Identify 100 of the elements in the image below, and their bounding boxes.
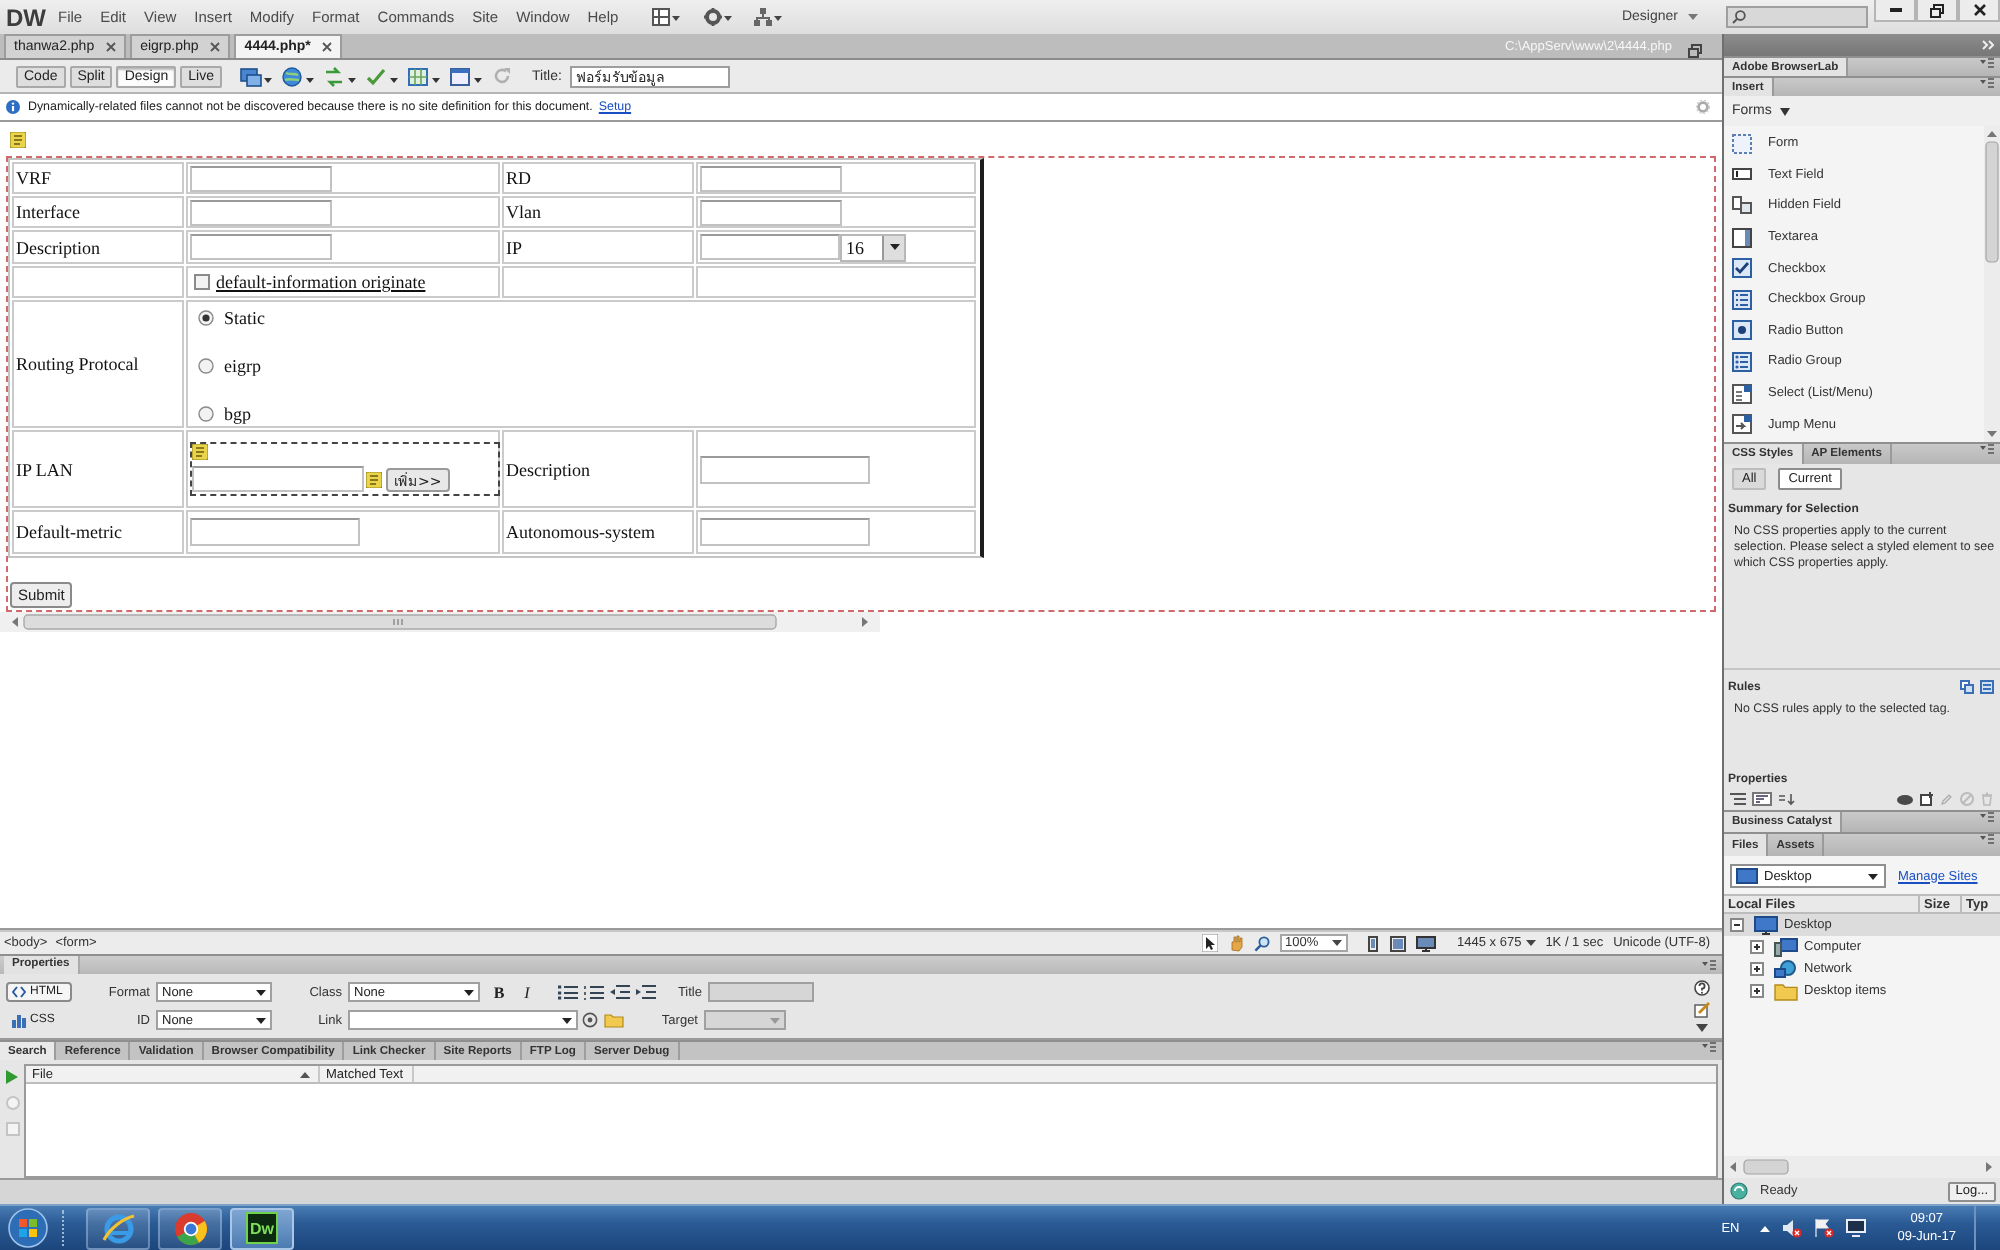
hand-icon[interactable] [1227,934,1244,952]
script-marker-icon [192,444,208,460]
text-field[interactable] [700,234,840,260]
caret-icon [1525,940,1536,946]
radio-label: bgp [224,404,251,424]
arrows-icon[interactable] [324,65,356,87]
taskbar-button[interactable] [86,1207,150,1249]
horizontal-scrollbar[interactable] [1724,1156,2000,1178]
check-icon[interactable] [366,65,398,87]
restore-icon[interactable] [1688,44,1702,58]
checklist-icon [1732,289,1752,310]
sitemap-icon[interactable] [754,8,783,26]
radio-button[interactable] [198,310,214,326]
close-icon[interactable] [106,42,117,52]
list-arrow-icon[interactable] [1778,792,1796,806]
radio-button[interactable] [198,406,214,422]
table-cell: IP [502,230,694,264]
minimize-button[interactable] [1874,0,1916,22]
minus-icon[interactable] [1730,918,1744,932]
stacked-boxes-icon [1732,195,1752,216]
oval-icon[interactable] [1896,793,1914,805]
text-field[interactable] [190,165,332,191]
table-cell: Interface [12,196,184,228]
close-button[interactable] [1958,0,2000,22]
text-field[interactable] [700,455,870,483]
magnifier-icon[interactable] [1253,935,1270,951]
table-cell: Autonomous-system [502,510,694,554]
indent-icon[interactable] [636,984,656,1000]
help-icon[interactable] [1694,980,1710,996]
status-orb-icon [1730,1182,1748,1200]
caret-icon [889,244,899,250]
text-field[interactable] [190,518,360,546]
text-field[interactable] [190,199,332,225]
layout-icon[interactable] [652,8,681,26]
phone-icon[interactable] [1365,935,1380,951]
start-orb-icon[interactable] [8,1208,48,1248]
globe-icon[interactable] [282,65,314,87]
italic-button[interactable]: I [516,982,538,1002]
caret-icon[interactable] [1696,1024,1708,1032]
dot-list-icon [1732,351,1752,372]
text-field[interactable] [192,466,364,492]
desktop-icon[interactable] [1415,935,1436,951]
grid-icon[interactable] [408,65,440,87]
sort-bars-icon[interactable] [1752,792,1772,806]
double-chevron-icon[interactable] [1982,40,1994,50]
options-menu-icon[interactable] [1702,1042,1716,1052]
plus-icon[interactable] [1750,962,1764,976]
caret-icon [770,1017,780,1023]
options-menu-icon[interactable] [1980,812,1994,822]
monitors-icon[interactable] [240,65,272,87]
restore-button[interactable] [1916,0,1958,22]
script-marker-icon [366,471,382,487]
table-cell: Vlan [502,196,694,228]
options-menu-icon[interactable] [1702,960,1716,970]
vertical-scrollbar[interactable] [1984,126,2000,442]
list-view-icon[interactable] [1980,680,1994,694]
tablet-icon[interactable] [1389,935,1406,951]
taskbar-button[interactable]: Dw [230,1207,294,1249]
text-field[interactable] [190,234,332,260]
radio-button[interactable] [198,358,214,374]
table-cell: Routing Protocal [12,300,184,428]
table-cell: RD [502,162,694,194]
chevron-up-icon[interactable] [1759,1225,1770,1231]
flag-icon[interactable] [1813,1218,1834,1238]
plus-square-icon[interactable] [1920,792,1934,806]
plus-icon[interactable] [1750,940,1764,954]
gear-icon[interactable] [704,8,733,26]
link-field[interactable] [348,1010,578,1030]
close-icon[interactable] [322,42,333,52]
indented-list-icon[interactable] [1730,792,1746,806]
text-field[interactable] [700,518,870,546]
numbered-list-icon[interactable] [584,984,604,1000]
options-menu-icon[interactable] [1980,58,1994,68]
bullet-list-icon[interactable] [558,984,578,1000]
checkbox[interactable] [194,274,210,290]
app-logo: Dw [246,1212,278,1244]
target-icon[interactable] [582,1012,598,1028]
options-menu-icon[interactable] [1980,834,1994,844]
edit-icon[interactable] [1694,1002,1710,1018]
dropdown[interactable]: 16 [840,233,906,261]
search-field[interactable] [1726,6,1868,28]
table-cell: Default-metric [12,510,184,554]
play-icon[interactable] [6,1070,18,1084]
options-menu-icon[interactable] [1980,444,1994,454]
window-icon[interactable] [450,65,482,87]
monitor-icon[interactable] [1845,1218,1866,1238]
options-menu-icon[interactable] [1980,78,1994,88]
speaker-icon[interactable] [1781,1218,1802,1238]
outdent-icon[interactable] [610,984,630,1000]
plus-icon[interactable] [1750,984,1764,998]
bold-button[interactable]: B [488,982,510,1002]
table-cell: Description [502,430,694,508]
close-icon[interactable] [210,42,221,52]
pointer-icon[interactable] [1201,934,1218,952]
text-field[interactable] [700,199,842,225]
horizontal-scrollbar[interactable] [0,612,880,632]
restore-icon [1930,3,1944,17]
stacked-squares-icon[interactable] [1960,680,1974,694]
text-field[interactable] [700,165,842,191]
taskbar-button[interactable] [158,1207,222,1249]
